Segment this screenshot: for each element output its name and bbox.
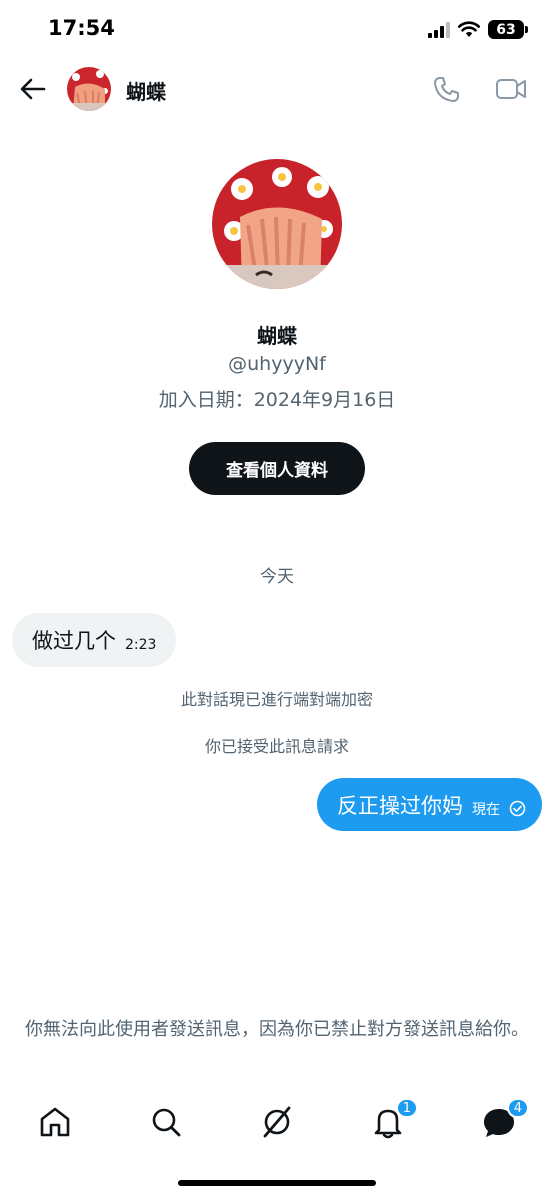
incoming-message-text: 做过几个 bbox=[32, 629, 116, 653]
status-icons: 63 bbox=[428, 20, 528, 39]
conversation-header: 蝴蝶 bbox=[0, 62, 554, 118]
incoming-message-bubble[interactable]: 做过几个 2:23 bbox=[12, 613, 177, 667]
dm-conversation-screen: 17:54 63 蝴蝶 蝴蝶 @uhyyyNf 加入日期：2024年9月16日 … bbox=[0, 0, 554, 1199]
outgoing-message-time: 現在 bbox=[472, 801, 500, 818]
outgoing-message-bubble[interactable]: 反正操过你妈 現在 bbox=[317, 778, 542, 831]
profile-joined-date: 加入日期：2024年9月16日 bbox=[158, 389, 396, 411]
video-call-icon[interactable] bbox=[494, 74, 528, 104]
profile-name: 蝴蝶 bbox=[257, 324, 297, 348]
request-accepted-notice: 你已接受此訊息請求 bbox=[204, 737, 349, 756]
outgoing-message-text: 反正操过你妈 bbox=[337, 793, 463, 818]
battery-icon: 63 bbox=[488, 20, 528, 39]
phone-icon[interactable] bbox=[432, 74, 462, 104]
profile-handle: @uhyyyNf bbox=[228, 353, 326, 375]
encryption-notice: 此對話現已進行端對端加密 bbox=[180, 690, 373, 709]
home-icon[interactable] bbox=[37, 1104, 73, 1140]
status-bar: 17:54 63 bbox=[0, 0, 554, 62]
grok-icon[interactable] bbox=[259, 1104, 295, 1140]
bottom-nav: 1 4 bbox=[0, 1092, 554, 1152]
header-avatar[interactable] bbox=[67, 67, 111, 111]
signal-icon bbox=[428, 21, 450, 38]
header-name[interactable]: 蝴蝶 bbox=[126, 76, 166, 105]
view-profile-button[interactable]: 查看個人資料 bbox=[189, 442, 365, 495]
blocked-notice: 你無法向此使用者發送訊息，因為你已禁止對方發送訊息給你。 bbox=[25, 1019, 529, 1040]
wifi-icon bbox=[458, 21, 480, 37]
notifications-tab[interactable]: 1 bbox=[370, 1098, 418, 1140]
messages-tab[interactable]: 4 bbox=[481, 1098, 529, 1140]
notifications-badge: 1 bbox=[395, 1098, 418, 1118]
messages-badge: 4 bbox=[506, 1098, 529, 1118]
home-indicator bbox=[178, 1180, 376, 1186]
profile-avatar[interactable] bbox=[212, 159, 342, 289]
status-time: 17:54 bbox=[48, 16, 115, 40]
sent-check-icon bbox=[509, 800, 526, 817]
search-icon[interactable] bbox=[148, 1104, 184, 1140]
back-arrow-icon[interactable] bbox=[18, 74, 48, 104]
date-divider: 今天 bbox=[260, 567, 294, 587]
incoming-message-time: 2:23 bbox=[125, 637, 157, 653]
